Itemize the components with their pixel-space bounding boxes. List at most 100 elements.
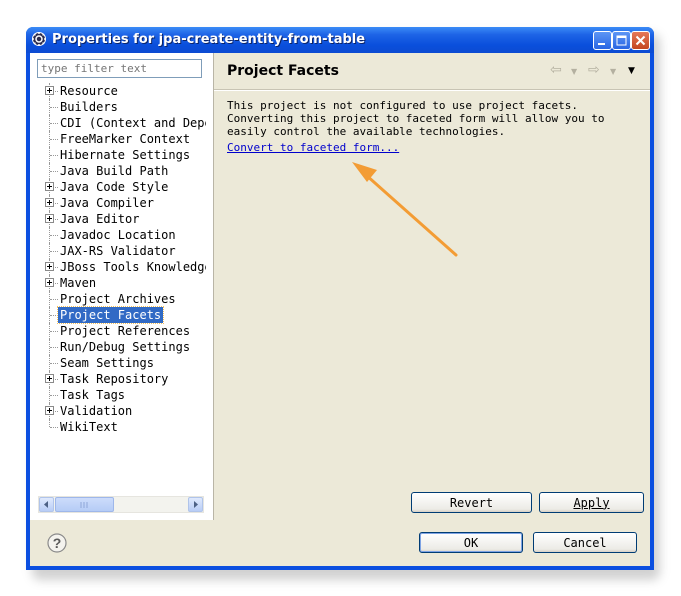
header-divider bbox=[214, 89, 650, 91]
tree-branch-line bbox=[50, 427, 58, 429]
svg-text:?: ? bbox=[53, 535, 62, 551]
view-menu-icon[interactable]: ▼ bbox=[628, 66, 635, 76]
scroll-left-button[interactable] bbox=[39, 497, 54, 512]
scrollbar-thumb[interactable] bbox=[55, 497, 114, 512]
ok-button[interactable]: OK bbox=[419, 532, 523, 553]
revert-button[interactable]: Revert bbox=[411, 492, 532, 513]
tree-branch-line bbox=[50, 299, 58, 301]
tree-item[interactable]: Builders bbox=[30, 99, 206, 115]
tree-branch-line bbox=[50, 107, 58, 109]
tree-item-label: Java Editor bbox=[60, 212, 140, 226]
horizontal-scrollbar[interactable] bbox=[38, 496, 204, 513]
grip-icon bbox=[80, 502, 88, 508]
tree-item[interactable]: Task Repository bbox=[30, 371, 206, 387]
expand-plus-icon[interactable] bbox=[45, 278, 54, 287]
tree-item[interactable]: Run/Debug Settings bbox=[30, 339, 206, 355]
tree-connector bbox=[49, 419, 51, 427]
tree-item[interactable]: Seam Settings bbox=[30, 355, 206, 371]
tree-item[interactable]: Java Build Path bbox=[30, 163, 206, 179]
tree-item-label: Java Build Path bbox=[60, 164, 169, 178]
tree-branch-line bbox=[50, 363, 58, 365]
category-tree: Resource Builders CDI (Context and Depende… bbox=[30, 83, 206, 503]
close-icon bbox=[635, 35, 646, 46]
tree-item[interactable]: Maven bbox=[30, 275, 206, 291]
tree-item[interactable]: Project Facets bbox=[30, 306, 206, 324]
tree-item-label: Java Compiler bbox=[60, 196, 154, 210]
tree-item[interactable]: Javadoc Location bbox=[30, 227, 206, 243]
not-configured-message: This project is not configured to use pr… bbox=[227, 99, 637, 138]
tree-branch-line bbox=[50, 251, 58, 253]
close-window-button[interactable] bbox=[631, 31, 650, 50]
arrow-right-icon bbox=[194, 501, 198, 508]
tree-branch-line bbox=[50, 347, 58, 349]
tree-item-label: CDI (Context and Dependency Injection) S… bbox=[60, 116, 206, 130]
tree-item[interactable]: Project References bbox=[30, 323, 206, 339]
expand-plus-icon[interactable] bbox=[45, 262, 54, 271]
tree-item-label: Task Repository bbox=[60, 372, 169, 386]
tree-item[interactable]: Hibernate Settings bbox=[30, 147, 206, 163]
window-title: Properties for jpa-create-entity-from-ta… bbox=[52, 32, 366, 47]
expand-plus-icon[interactable] bbox=[45, 86, 54, 95]
tree-branch-line bbox=[50, 395, 58, 397]
message-line: easily control the available technologie… bbox=[227, 125, 506, 138]
tree-branch-line bbox=[50, 155, 58, 157]
tree-item[interactable]: CDI (Context and Dependency Injection) S… bbox=[30, 115, 206, 131]
tree-branch-line bbox=[50, 123, 58, 125]
help-icon[interactable]: ? bbox=[47, 533, 67, 553]
title-bar[interactable]: Properties for jpa-create-entity-from-ta… bbox=[26, 27, 654, 53]
tree-item[interactable]: Java Code Style bbox=[30, 179, 206, 195]
maximize-button[interactable] bbox=[612, 31, 631, 50]
tree-item-label: Hibernate Settings bbox=[60, 148, 191, 162]
tree-item-label: WikiText bbox=[60, 420, 118, 434]
tree-item-label: Javadoc Location bbox=[60, 228, 176, 242]
tree-item[interactable]: Resource bbox=[30, 83, 206, 99]
tree-item[interactable]: Java Compiler bbox=[30, 195, 206, 211]
filter-input[interactable] bbox=[37, 59, 202, 78]
tree-item-label: Task Tags bbox=[60, 388, 126, 402]
minimize-icon bbox=[598, 43, 605, 45]
page-title: Project Facets bbox=[227, 63, 339, 79]
eclipse-icon bbox=[32, 32, 46, 46]
expand-plus-icon[interactable] bbox=[45, 374, 54, 383]
back-arrow-icon[interactable]: ⇦ bbox=[550, 62, 562, 78]
cancel-button[interactable]: Cancel bbox=[533, 532, 637, 553]
properties-dialog: Properties for jpa-create-entity-from-ta… bbox=[26, 27, 654, 570]
apply-button[interactable]: Apply bbox=[539, 492, 644, 513]
tree-item[interactable]: JBoss Tools Knowledge Base bbox=[30, 259, 206, 275]
tree-branch-line bbox=[50, 139, 58, 141]
maximize-icon bbox=[616, 35, 627, 46]
arrow-left-icon bbox=[44, 501, 48, 508]
scroll-right-button[interactable] bbox=[188, 497, 203, 512]
tree-item-label: JBoss Tools Knowledge Base bbox=[60, 260, 206, 274]
tree-item[interactable]: Validation bbox=[30, 403, 206, 419]
tree-item-label: Seam Settings bbox=[60, 356, 154, 370]
tree-item-label: Validation bbox=[60, 404, 133, 418]
tree-item-label: FreeMarker Context bbox=[60, 132, 191, 146]
tree-item-label: Maven bbox=[60, 276, 97, 290]
category-panel: Resource Builders CDI (Context and Depende… bbox=[30, 53, 214, 520]
convert-to-faceted-form-link[interactable]: Convert to faceted form... bbox=[227, 141, 399, 154]
tree-branch-line bbox=[50, 315, 58, 317]
tree-item-label: Project Facets bbox=[56, 306, 165, 324]
tree-branch-line bbox=[50, 171, 58, 173]
message-line: Converting this project to faceted form … bbox=[227, 112, 605, 125]
expand-plus-icon[interactable] bbox=[45, 198, 54, 207]
tree-branch-line bbox=[50, 331, 58, 333]
tree-item[interactable]: Task Tags bbox=[30, 387, 206, 403]
dialog-client-area: Resource Builders CDI (Context and Depende… bbox=[30, 53, 650, 566]
tree-item[interactable]: JAX-RS Validator bbox=[30, 243, 206, 259]
tree-item[interactable]: Project Archives bbox=[30, 291, 206, 307]
forward-arrow-icon[interactable]: ⇨ bbox=[588, 62, 600, 78]
tree-item-label: Builders bbox=[60, 100, 118, 114]
back-dropdown-icon[interactable]: ▼ bbox=[571, 67, 577, 76]
minimize-button[interactable] bbox=[593, 31, 612, 50]
tree-item-label: Project References bbox=[60, 324, 191, 338]
expand-plus-icon[interactable] bbox=[45, 182, 54, 191]
tree-item-label: Project Archives bbox=[60, 292, 176, 306]
tree-item[interactable]: WikiText bbox=[30, 419, 206, 435]
expand-plus-icon[interactable] bbox=[45, 406, 54, 415]
tree-item[interactable]: Java Editor bbox=[30, 211, 206, 227]
expand-plus-icon[interactable] bbox=[45, 214, 54, 223]
forward-dropdown-icon[interactable]: ▼ bbox=[610, 67, 616, 76]
tree-item[interactable]: FreeMarker Context bbox=[30, 131, 206, 147]
